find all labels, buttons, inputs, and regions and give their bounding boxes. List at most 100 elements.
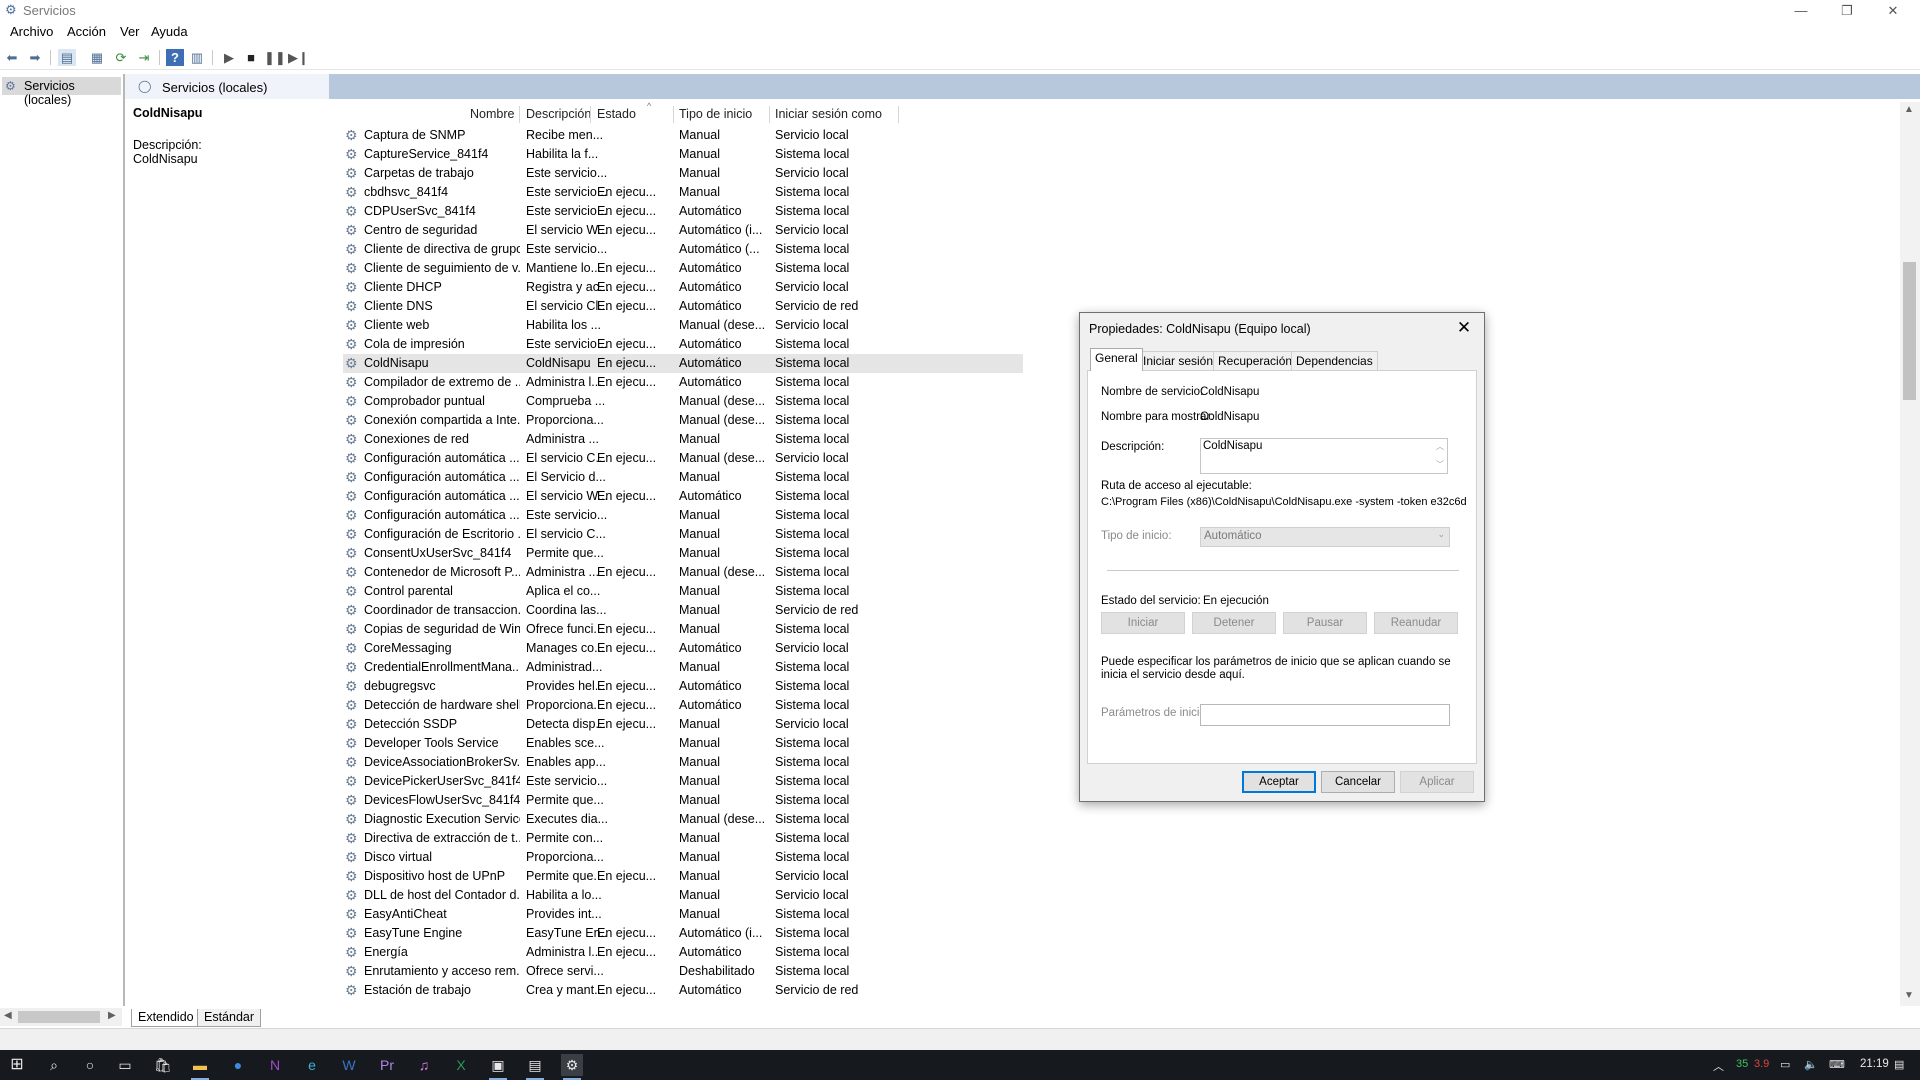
table-row[interactable]: ⚙ Cliente DNS El servicio Cl... En ejecu...… [343, 297, 1023, 316]
tab-general[interactable]: General [1090, 348, 1143, 371]
notifications-icon[interactable]: ▤ [1894, 1058, 1904, 1071]
menu-accion[interactable]: Acción [67, 24, 106, 39]
table-row[interactable]: ⚙ Cola de impresión Este servicio... En eje… [343, 335, 1023, 354]
table-row[interactable]: ⚙ Configuración automática ... El servicio… [343, 449, 1023, 468]
table-row[interactable]: ⚙ ConsentUxUserSvc_841f4 Permite que... Man… [343, 544, 1023, 563]
table-row[interactable]: ⚙ Detección de hardware shell Proporciona.… [343, 696, 1023, 715]
chevron-up-icon[interactable]: ︿ [1436, 441, 1444, 452]
excel-icon[interactable]: X [450, 1054, 472, 1076]
table-row[interactable]: ⚙ cbdhsvc_841f4 Este servicio... En ejecu..… [343, 183, 1023, 202]
table-row[interactable]: ⚙ Conexión compartida a Inte... Proporcion… [343, 411, 1023, 430]
stop-button[interactable]: Detener [1192, 612, 1276, 634]
table-row[interactable]: ⚙ Disco virtual Proporciona... Manual Sistem… [343, 848, 1023, 867]
forward-arrow-icon[interactable]: ➡ [26, 49, 44, 66]
table-row[interactable]: ⚙ Configuración de Escritorio ... El servi… [343, 525, 1023, 544]
services-app-icon[interactable]: ⚙ [561, 1054, 583, 1080]
restore-icon[interactable]: ❐ [1824, 0, 1870, 22]
table-row[interactable]: ⚙ ColdNisapu ColdNisapu En ejecu... Automáti… [343, 354, 1023, 373]
tree-node-services-local[interactable]: ⚙ Servicios (locales) [2, 77, 121, 107]
table-row[interactable]: ⚙ Directiva de extracción de t... Permite … [343, 829, 1023, 848]
stop-service-icon[interactable]: ■ [242, 49, 260, 66]
table-row[interactable]: ⚙ Enrutamiento y acceso rem... Ofrece serv… [343, 962, 1023, 981]
remote-desktop-icon[interactable]: ▣ [487, 1054, 509, 1080]
close-icon[interactable]: ✕ [1870, 0, 1916, 22]
table-row[interactable]: ⚙ Cliente de directiva de grupo Este servi… [343, 240, 1023, 259]
table-row[interactable]: ⚙ Dispositivo host de UPnP Permite que... E… [343, 867, 1023, 886]
dialog-close-icon[interactable]: ✕ [1453, 317, 1475, 339]
table-row[interactable]: ⚙ Developer Tools Service Enables sce... Ma… [343, 734, 1023, 753]
start-service-icon[interactable]: ▶ [220, 49, 238, 66]
table-row[interactable]: ⚙ DeviceAssociationBrokerSv... Enables app… [343, 753, 1023, 772]
table-row[interactable]: ⚙ Cliente web Habilita los ... Manual (dese… [343, 316, 1023, 335]
export-list-icon[interactable]: ⇥ [135, 49, 153, 66]
startup-type-select[interactable]: Automático ⌄ [1200, 527, 1450, 547]
column-header-status[interactable]: Estado [597, 107, 636, 121]
app-blue-circle-icon[interactable]: ● [227, 1054, 249, 1076]
table-row[interactable]: ⚙ CredentialEnrollmentMana... Administrad.… [343, 658, 1023, 677]
file-explorer-icon[interactable]: ▬ [189, 1054, 211, 1080]
hscroll-thumb[interactable] [18, 1011, 100, 1023]
pause-button[interactable]: Pausar [1283, 612, 1367, 634]
description-textbox[interactable]: ColdNisapu ︿ ﹀ [1200, 438, 1448, 474]
table-row[interactable]: ⚙ Copias de seguridad de Win... Ofrece fun… [343, 620, 1023, 639]
apply-button[interactable]: Aplicar [1400, 771, 1474, 793]
column-header-log-on-as[interactable]: Iniciar sesión como [775, 107, 882, 121]
scroll-down-icon[interactable]: ▼ [1904, 990, 1914, 1001]
tab-dependencias[interactable]: Dependencias [1291, 351, 1378, 370]
table-row[interactable]: ⚙ CDPUserSvc_841f4 Este servicio... En ejec… [343, 202, 1023, 221]
menu-ver[interactable]: Ver [120, 24, 140, 39]
network-icon[interactable]: ▭ [1780, 1058, 1790, 1071]
table-row[interactable]: ⚙ Compilador de extremo de ... Administra … [343, 373, 1023, 392]
search-icon[interactable]: ⌕ [43, 1054, 65, 1076]
table-row[interactable]: ⚙ Centro de seguridad El servicio W... En e… [343, 221, 1023, 240]
vertical-scrollbar[interactable]: ▲ ▼ [1900, 102, 1920, 1006]
table-row[interactable]: ⚙ DLL de host del Contador d... Habilita a… [343, 886, 1023, 905]
table-row[interactable]: ⚙ Cliente de seguimiento de v... Mantiene … [343, 259, 1023, 278]
table-row[interactable]: ⚙ DevicesFlowUserSvc_841f4 Permite que... M… [343, 791, 1023, 810]
table-row[interactable]: ⚙ Estación de trabajo Crea y mant... En eje… [343, 981, 1023, 1000]
start-button[interactable]: Iniciar [1101, 612, 1185, 634]
menu-archivo[interactable]: Archivo [10, 24, 53, 39]
keyboard-icon[interactable]: ⌨ [1829, 1058, 1845, 1071]
show-action-pane-icon[interactable]: ▥ [188, 49, 206, 66]
table-row[interactable]: ⚙ EasyAntiCheat Provides int... Manual Siste… [343, 905, 1023, 924]
table-row[interactable]: ⚙ Comprobador puntual Comprueba ... Manual … [343, 392, 1023, 411]
back-arrow-icon[interactable]: ⬅ [3, 49, 21, 66]
minimize-icon[interactable]: — [1778, 0, 1824, 22]
table-row[interactable]: ⚙ Configuración automática ... El servicio… [343, 487, 1023, 506]
task-view-icon[interactable]: ▭ [114, 1054, 136, 1076]
volume-icon[interactable]: 🔈 [1804, 1058, 1818, 1071]
ok-button[interactable]: Aceptar [1242, 771, 1316, 793]
table-row[interactable]: ⚙ Configuración automática ... El Servicio… [343, 468, 1023, 487]
horizontal-scrollbar[interactable]: ◀ ▶ [0, 1008, 122, 1026]
table-row[interactable]: ⚙ CaptureService_841f4 Habilita la f... Man… [343, 145, 1023, 164]
resume-button[interactable]: Reanudar [1374, 612, 1458, 634]
column-header-name[interactable]: Nombre [470, 107, 514, 121]
menu-ayuda[interactable]: Ayuda [151, 24, 188, 39]
scroll-right-icon[interactable]: ▶ [108, 1010, 116, 1021]
clock[interactable]: 21:19 [1860, 1058, 1889, 1070]
table-row[interactable]: ⚙ Control parental Aplica el co... Manual Si… [343, 582, 1023, 601]
chevron-down-icon[interactable]: ﹀ [1436, 459, 1444, 470]
scroll-up-icon[interactable]: ▲ [1904, 104, 1914, 115]
table-row[interactable]: ⚙ Configuración automática ... Este servic… [343, 506, 1023, 525]
edge-icon[interactable]: e [301, 1054, 323, 1076]
cancel-button[interactable]: Cancelar [1321, 771, 1395, 793]
store-icon[interactable]: 🛍 [152, 1054, 174, 1076]
chevron-up-icon[interactable]: ︿ [1713, 1058, 1724, 1074]
table-row[interactable]: ⚙ Captura de SNMP Recibe men... Manual Servi… [343, 126, 1023, 145]
cortana-icon[interactable]: ○ [79, 1054, 101, 1076]
table-row[interactable]: ⚙ CoreMessaging Manages co... En ejecu... Au… [343, 639, 1023, 658]
table-row[interactable]: ⚙ EasyTune Engine EasyTune En... En ejecu..… [343, 924, 1023, 943]
properties-icon[interactable]: ▦ [88, 49, 106, 66]
pause-service-icon[interactable]: ❚❚ [264, 49, 286, 66]
start-params-input[interactable] [1200, 704, 1450, 726]
scrollbar-thumb[interactable] [1903, 262, 1916, 400]
itunes-icon[interactable]: ♫ [413, 1054, 435, 1076]
word-icon[interactable]: W [338, 1054, 360, 1076]
premiere-icon[interactable]: Pr [376, 1054, 398, 1076]
table-row[interactable]: ⚙ Energía Administra l... En ejecu... Automá… [343, 943, 1023, 962]
table-row[interactable]: ⚙ Coordinador de transaccion... Coordina l… [343, 601, 1023, 620]
tab-iniciar-sesion[interactable]: Iniciar sesión [1138, 351, 1219, 370]
start-icon[interactable]: ⊞ [6, 1054, 28, 1076]
